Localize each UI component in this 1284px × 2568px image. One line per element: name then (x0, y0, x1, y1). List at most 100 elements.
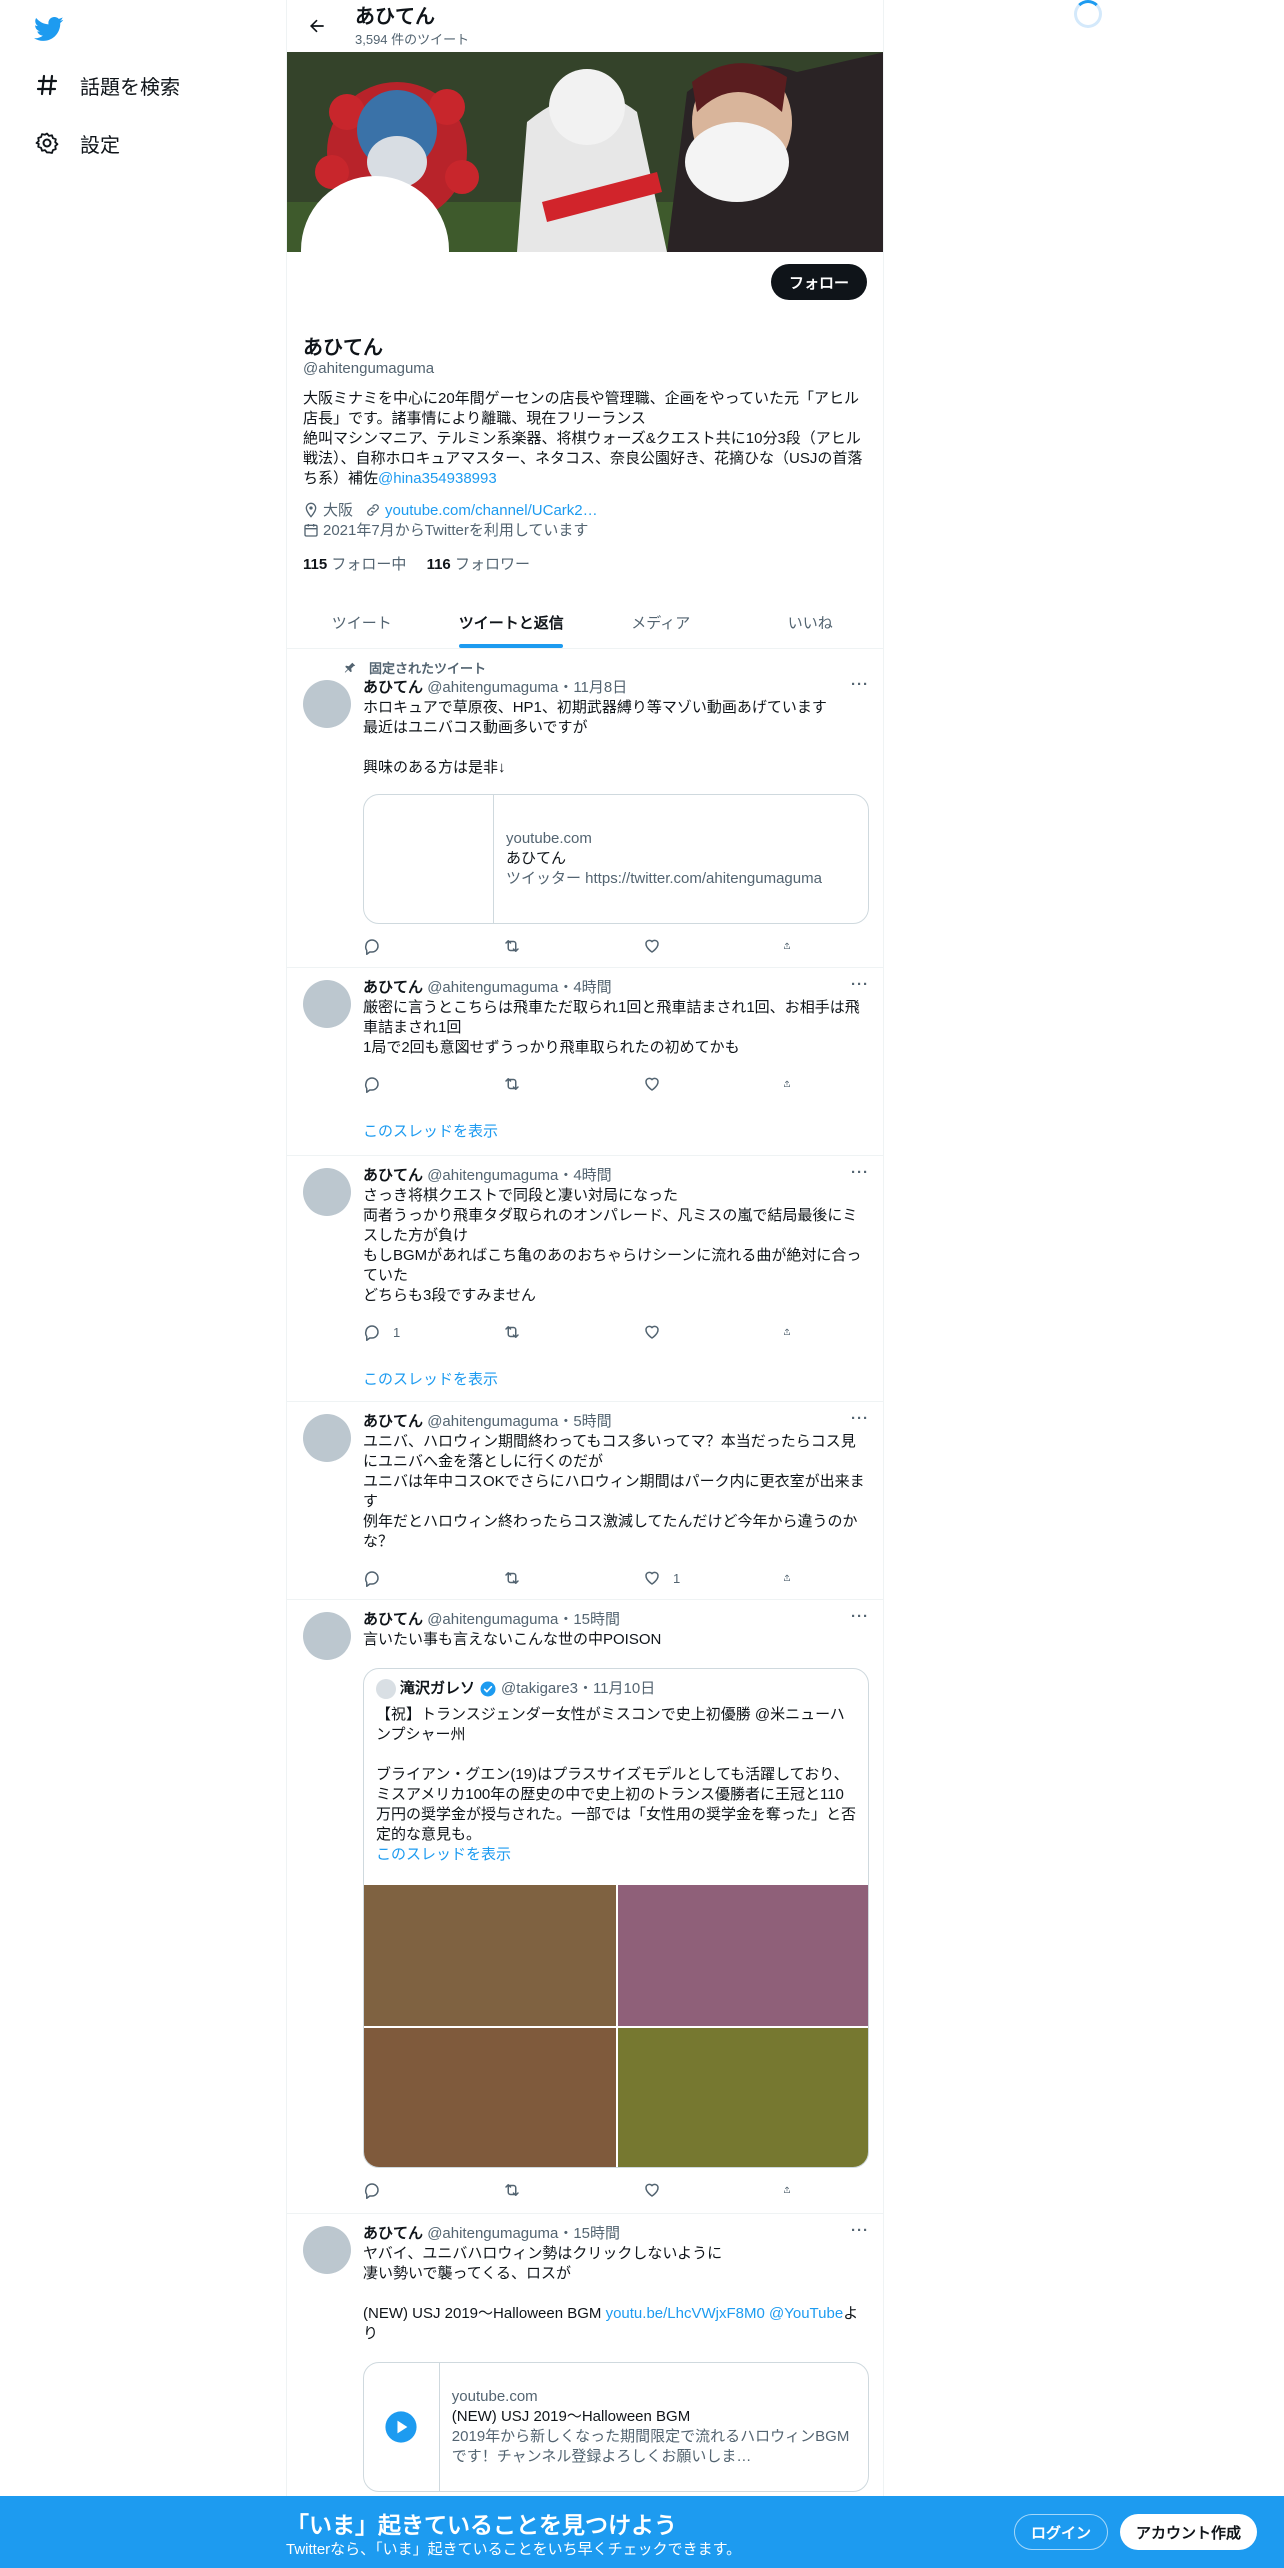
tweet-time[interactable]: ・5時間 (558, 1413, 611, 1430)
retweet-button[interactable] (503, 936, 583, 956)
tweet[interactable]: ··· あひてん @ahitengumaguma・4時間 厳密に言うとこちらは飛… (287, 968, 883, 1156)
tweet-time[interactable]: ・11月8日 (558, 679, 627, 696)
joined-text: 2021年7月からTwitterを利用しています (323, 522, 589, 539)
retweet-icon (505, 1078, 519, 1090)
following-stat[interactable]: 115 フォロー中 (303, 556, 406, 573)
header-tweet-count: 3,594 件のツイート (355, 31, 470, 47)
reply-button[interactable] (363, 2180, 443, 2200)
retweet-button[interactable] (503, 2180, 583, 2200)
tab-tweets-and-replies[interactable]: ツイートと返信 (437, 596, 587, 648)
share-button[interactable] (783, 936, 803, 956)
avatar[interactable] (303, 980, 351, 1028)
like-button[interactable] (643, 936, 723, 956)
nav-settings[interactable]: 設定 (32, 128, 120, 158)
tweet[interactable]: ··· あひてん @ahitengumaguma・15時間 ヤバイ、ユニバハロウ… (287, 2214, 883, 2496)
tweet-url-link[interactable]: youtu.be/LhcVWjxF8M0 (606, 2305, 765, 2322)
quote-image-4[interactable] (618, 2028, 868, 2167)
retweet-icon (505, 1326, 519, 1338)
bio-mention-link[interactable]: @hina354938993 (378, 470, 497, 487)
tweet-time[interactable]: ・4時間 (558, 1167, 611, 1184)
tab-tweets[interactable]: ツイート (287, 596, 437, 648)
tweet-time[interactable]: ・4時間 (558, 979, 611, 996)
share-icon (784, 1328, 790, 1335)
quote-image-3[interactable] (364, 2028, 616, 2167)
card-title: あひてん (506, 850, 567, 867)
tweet-content: あひてん @ahitengumaguma・4時間 厳密に言うとこちらは飛車ただ取… (363, 978, 869, 1058)
twitter-logo-icon[interactable] (32, 14, 66, 44)
tweet-author[interactable]: あひてん (363, 679, 423, 696)
login-button[interactable]: ログイン (1014, 2514, 1109, 2550)
avatar[interactable] (303, 1168, 351, 1216)
tweet-header: あひてん @ahitengumaguma・11月8日 (363, 678, 869, 698)
follow-button[interactable]: フォロー (770, 264, 867, 300)
tweet-time[interactable]: ・15時間 (558, 1611, 620, 1628)
share-button[interactable] (783, 1568, 803, 1588)
share-button[interactable] (783, 1074, 803, 1094)
quote-image-2[interactable] (618, 1885, 868, 2026)
followers-label: フォロワー (454, 556, 530, 573)
profile-avatar[interactable] (301, 176, 449, 324)
tweet-author[interactable]: あひてん (363, 1413, 423, 1430)
quote-image-1[interactable] (364, 1885, 616, 2026)
reply-button[interactable]: 1 (363, 1322, 443, 1342)
reply-button[interactable] (363, 1074, 443, 1094)
tweet[interactable]: ··· あひてん @ahitengumaguma・15時間 言いたい事も言えない… (287, 1600, 883, 2214)
avatar[interactable] (303, 1612, 351, 1660)
like-count: 1 (673, 1570, 681, 1586)
quote-media-grid[interactable] (364, 1885, 868, 2167)
avatar[interactable] (303, 2226, 351, 2274)
nav-settings-label: 設定 (80, 134, 120, 157)
back-arrow-icon[interactable] (299, 8, 335, 44)
like-button[interactable] (643, 2180, 723, 2200)
header-name: あひてん (355, 5, 435, 28)
quote-tweet[interactable]: 滝沢ガレソ @takigare3 ・11月10日 【祝】トランスジェンダー女性がミ… (363, 1668, 869, 2168)
like-button[interactable] (643, 1074, 723, 1094)
profile-bio: 大阪ミナミを中心に20年間ゲーセンの店長や管理職、企画をやっていた元「アヒル店長… (303, 389, 869, 489)
quote-handle: @takigare3 (501, 1680, 578, 1697)
avatar[interactable] (303, 680, 351, 728)
verified-icon (480, 1681, 496, 1697)
reply-button[interactable] (363, 1568, 443, 1588)
profile-header: あひてん 3,594 件のツイート (287, 0, 883, 52)
tweet[interactable]: ··· あひてん @ahitengumaguma・4時間 さっき将棋クエストで同… (287, 1156, 883, 1402)
show-thread-link[interactable]: このスレッドを表示 (363, 1368, 498, 1389)
quote-author: 滝沢ガレソ (400, 1680, 476, 1697)
card-info: youtube.com (NEW) USJ 2019〜Halloween BGM… (440, 2363, 868, 2491)
retweet-button[interactable] (503, 1568, 583, 1588)
quote-header: 滝沢ガレソ @takigare3 ・11月10日 (376, 1679, 856, 1699)
nav-explore[interactable]: 話題を検索 (32, 70, 180, 100)
profile-link[interactable]: youtube.com/channel/UCark2… (365, 501, 598, 521)
nav-explore-label: 話題を検索 (80, 76, 180, 99)
share-button[interactable] (783, 2180, 803, 2200)
link-card[interactable]: youtube.com あひてん ツイッター https://twitter.c… (363, 794, 869, 924)
tweet-handle: @ahitengumaguma (427, 679, 559, 696)
tab-media[interactable]: メディア (586, 596, 736, 648)
tweet-time[interactable]: ・15時間 (558, 2225, 620, 2242)
reply-button[interactable] (363, 936, 443, 956)
followers-stat[interactable]: 116 フォロワー (427, 556, 530, 573)
link-card[interactable]: youtube.com (NEW) USJ 2019〜Halloween BGM… (363, 2362, 869, 2492)
play-icon[interactable] (384, 2410, 418, 2444)
avatar[interactable] (303, 1414, 351, 1462)
tweet-author[interactable]: あひてん (363, 2225, 423, 2242)
quote-show-thread-link[interactable]: このスレッドを表示 (376, 1845, 856, 1865)
profile-name: あひてん (303, 337, 383, 359)
profile-tabs: ツイート ツイートと返信 メディア いいね (287, 596, 884, 649)
tweet-author[interactable]: あひてん (363, 1611, 423, 1628)
tweet-pinned[interactable]: 固定されたツイート ··· あひてん @ahitengumaguma・11月8日… (287, 650, 883, 968)
tab-likes[interactable]: いいね (736, 596, 884, 648)
retweet-button[interactable] (503, 1074, 583, 1094)
profile-link-text[interactable]: youtube.com/channel/UCark2… (385, 502, 598, 519)
like-button[interactable] (643, 1322, 723, 1342)
tweet-author[interactable]: あひてん (363, 979, 423, 996)
like-icon (645, 1325, 659, 1339)
share-button[interactable] (783, 1322, 803, 1342)
signup-button[interactable]: アカウント作成 (1120, 2514, 1258, 2550)
retweet-button[interactable] (503, 1322, 583, 1342)
tweet-mention-link[interactable]: @YouTube (769, 2305, 843, 2322)
tweet-author[interactable]: あひてん (363, 1167, 423, 1184)
show-thread-link[interactable]: このスレッドを表示 (363, 1120, 498, 1141)
like-button[interactable]: 1 (643, 1568, 723, 1588)
quote-avatar (376, 1679, 396, 1699)
tweet[interactable]: ··· あひてん @ahitengumaguma・5時間 ユニバ、ハロウィン期間… (287, 1402, 883, 1600)
